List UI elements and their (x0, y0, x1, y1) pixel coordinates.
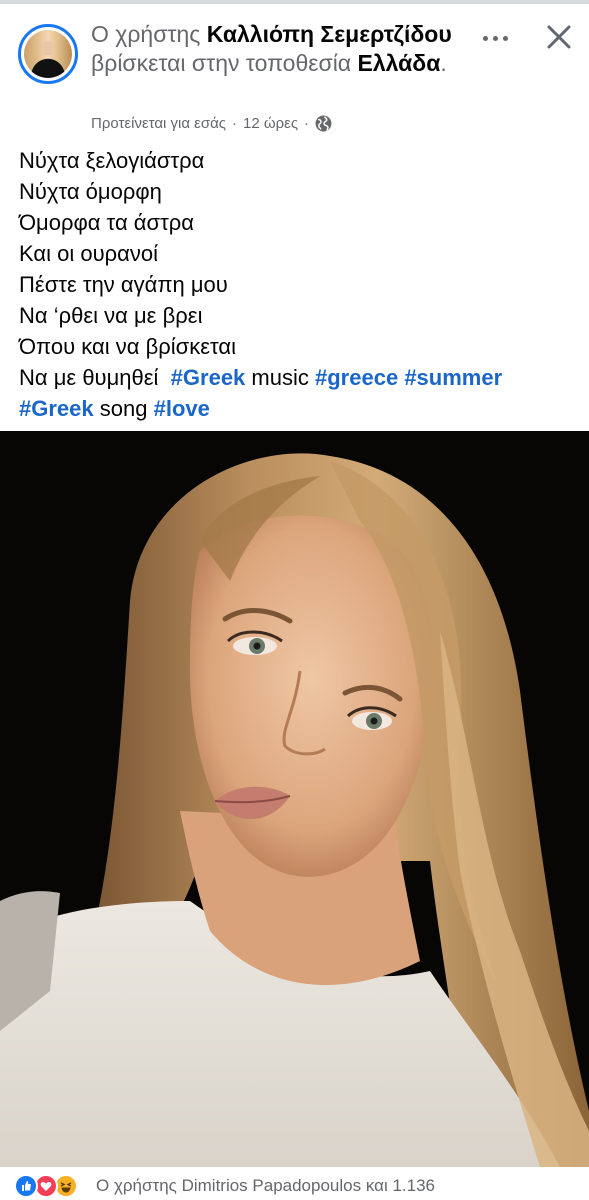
suggested-label: Προτείνεται για εσάς (91, 114, 227, 132)
more-icon (502, 35, 508, 41)
hashtag-greek[interactable]: #Greek (19, 396, 94, 421)
like-icon (14, 1174, 38, 1198)
post-line: #Greek song #love (19, 393, 579, 424)
post-line: Νύχτα όμορφη (19, 179, 162, 204)
post-line-text: Να με θυμηθεί (19, 365, 159, 390)
close-button[interactable] (544, 22, 574, 52)
post-photo[interactable] (0, 431, 589, 1167)
hashtag-greek[interactable]: #Greek (171, 365, 246, 390)
location-link[interactable]: Ελλάδα (358, 50, 441, 76)
meta-separator: · (232, 114, 238, 132)
post-line: Να ‘ρθει να με βρει (19, 303, 203, 328)
more-icon (482, 35, 488, 41)
post-line: Όμορφα τα άστρα (19, 210, 194, 235)
globe-icon (315, 115, 332, 132)
hashtag-summer[interactable]: #summer (404, 365, 502, 390)
post-text: Νύχτα ξελογιάστρα Νύχτα όμορφη Όμορφα τα… (19, 145, 579, 424)
portrait-image (0, 431, 589, 1167)
more-icon (492, 35, 498, 41)
word-song: song (99, 396, 148, 421)
post-meta: Προτείνεται για εσάς · 12 ώρες · (91, 113, 332, 133)
hashtag-love[interactable]: #love (154, 396, 210, 421)
post-time[interactable]: 12 ώρες (243, 115, 298, 132)
header-prefix: Ο χρήστης (91, 21, 201, 47)
meta-separator: · (304, 114, 310, 132)
avatar-image (24, 30, 72, 78)
post-line: Και οι ουρανοί (19, 241, 158, 266)
post-line: Πέστε την αγάπη μου (19, 272, 228, 297)
hashtag-greece[interactable]: #greece (315, 365, 398, 390)
reactions-bar[interactable]: Ο χρήστης Dimitrios Papadopoulos και 1.1… (0, 1172, 589, 1200)
reaction-summary[interactable]: Ο χρήστης Dimitrios Papadopoulos και 1.1… (96, 1176, 435, 1196)
post-header: Ο χρήστης Καλλιόπη Σεμερτζίδου βρίσκεται… (91, 20, 471, 78)
more-options-button[interactable] (478, 26, 512, 50)
word-music: music (251, 365, 309, 390)
reaction-icons[interactable] (14, 1173, 110, 1199)
post-line: Όπου και να βρίσκεται (19, 334, 236, 359)
top-divider (0, 0, 589, 4)
avatar[interactable] (18, 24, 78, 84)
close-icon (547, 25, 571, 49)
header-suffix: . (440, 50, 447, 76)
header-middle: βρίσκεται στην τοποθεσία (91, 50, 352, 76)
post-line: Νύχτα ξελογιάστρα (19, 148, 205, 173)
author-name[interactable]: Καλλιόπη Σεμερτζίδου (207, 21, 452, 47)
post-line: Να με θυμηθεί #Greek music #greece #summ… (19, 362, 579, 393)
